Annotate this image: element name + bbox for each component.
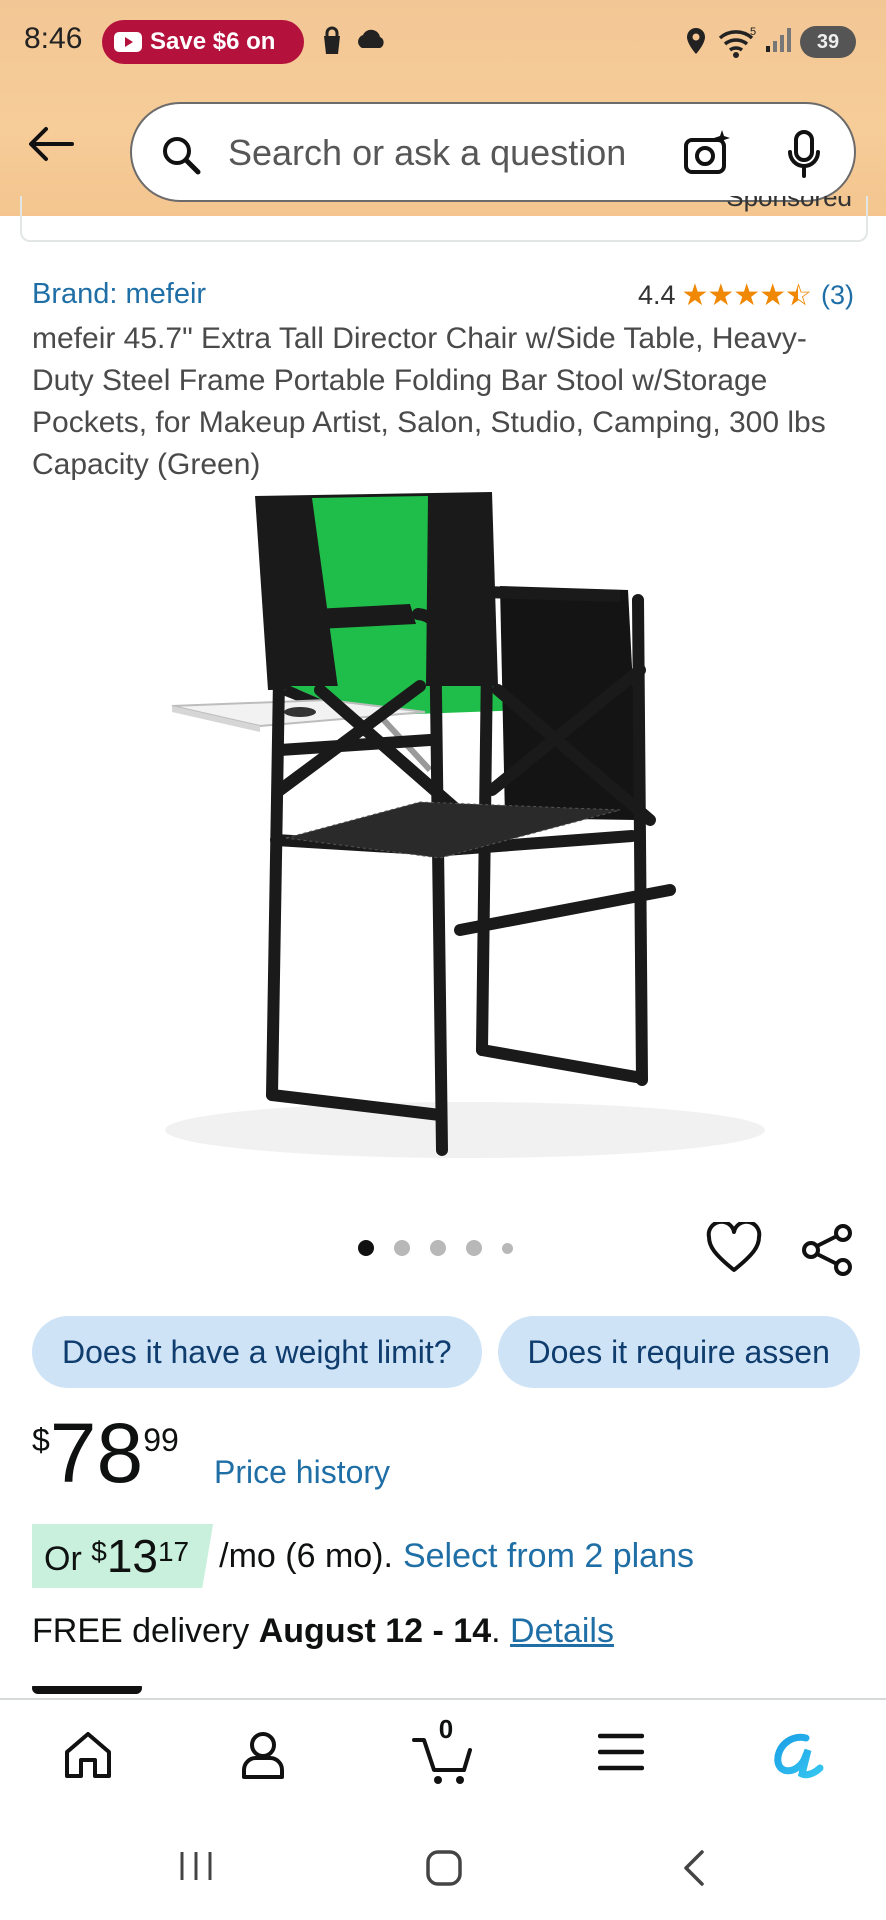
carousel-dot-3[interactable]: [430, 1240, 446, 1256]
delivery-prefix: FREE delivery: [32, 1612, 250, 1650]
cloud-icon: [358, 29, 384, 48]
question-chip[interactable]: Does it require assen: [497, 1316, 860, 1388]
sponsored-ad-strip[interactable]: Sponsored: [20, 196, 868, 242]
price-whole: 78: [49, 1406, 144, 1500]
plan-fraction: 17: [157, 1536, 190, 1567]
camera-search-icon[interactable]: [682, 128, 734, 180]
delivery-dates: August 12 - 14: [258, 1612, 492, 1650]
youtube-icon: [114, 32, 142, 52]
system-navigation-bar: [0, 1808, 886, 1920]
share-icon[interactable]: [800, 1224, 856, 1276]
back-arrow-icon[interactable]: [26, 124, 76, 164]
product-image[interactable]: [80, 490, 810, 1170]
rating-summary[interactable]: 4.4 ★★★★★☆ (3): [638, 278, 854, 313]
plan-currency: $: [91, 1536, 107, 1567]
image-carousel-dots[interactable]: [358, 1240, 533, 1256]
status-bar: 8:46 Save $6 on 5 39: [0, 0, 886, 84]
signal-icon: [766, 28, 791, 52]
system-back-icon[interactable]: [678, 1848, 708, 1888]
delivery-details-link[interactable]: Details: [510, 1612, 614, 1650]
sponsored-label: Sponsored: [726, 196, 852, 212]
carousel-dot-4[interactable]: [466, 1240, 482, 1256]
carousel-dot-5[interactable]: [502, 1242, 513, 1254]
microphone-icon[interactable]: [786, 130, 822, 180]
price: $ 78 99: [32, 1408, 179, 1498]
payment-plan-row: Or $ 13 17 /mo (6 mo). Select from 2 pla…: [32, 1524, 694, 1588]
search-icon: [163, 137, 201, 175]
home-button-icon[interactable]: [424, 1848, 464, 1888]
search-bar[interactable]: [130, 102, 856, 202]
wishlist-heart-icon[interactable]: [706, 1222, 762, 1274]
delivery-suffix: .: [491, 1612, 501, 1650]
status-time: 8:46: [24, 22, 83, 55]
carousel-dot-1[interactable]: [358, 1240, 374, 1256]
wifi-icon: 5: [718, 26, 756, 58]
promo-pill-text: Save $6 on: [150, 28, 276, 55]
plan-whole: 13: [106, 1530, 158, 1582]
question-chip[interactable]: Does it have a weight limit?: [32, 1316, 482, 1388]
app-header: 8:46 Save $6 on 5 39: [0, 0, 886, 216]
price-history-link[interactable]: Price history: [214, 1454, 390, 1491]
account-icon[interactable]: [240, 1730, 286, 1780]
rating-value: 4.4: [637, 280, 676, 310]
carousel-dot-2[interactable]: [394, 1240, 410, 1256]
rufus-icon[interactable]: [770, 1730, 824, 1780]
brand-link[interactable]: Brand: mefeir: [32, 278, 206, 311]
product-title: mefeir 45.7" Extra Tall Director Chair w…: [32, 322, 826, 481]
battery-indicator: 39: [800, 26, 856, 58]
rating-count: (3): [821, 280, 854, 310]
question-chips: Does it have a weight limit? Does it requ…: [32, 1316, 886, 1390]
location-icon: [687, 28, 705, 54]
plan-term: /mo (6 mo).: [219, 1536, 393, 1575]
bottom-navigation: 0: [0, 1698, 886, 1808]
plan-prefix: Or: [44, 1540, 82, 1578]
price-currency: $: [32, 1422, 50, 1458]
promo-notification-pill[interactable]: Save $6 on: [102, 20, 304, 64]
monthly-price-highlight: Or $ 13 17: [32, 1524, 214, 1588]
menu-icon[interactable]: [598, 1730, 644, 1774]
cart-count: 0: [438, 1714, 454, 1744]
svg-text:5: 5: [750, 26, 756, 38]
select-plans-link[interactable]: Select from 2 plans: [403, 1537, 694, 1576]
recent-apps-icon[interactable]: [176, 1848, 216, 1884]
shopping-bag-icon: [324, 26, 340, 54]
search-input[interactable]: [228, 128, 668, 178]
delivery-info: FREE delivery August 12 - 14. Details: [32, 1612, 614, 1651]
home-icon[interactable]: [62, 1730, 114, 1780]
price-fraction: 99: [143, 1422, 179, 1458]
rating-stars: ★★★★★☆: [681, 279, 812, 312]
